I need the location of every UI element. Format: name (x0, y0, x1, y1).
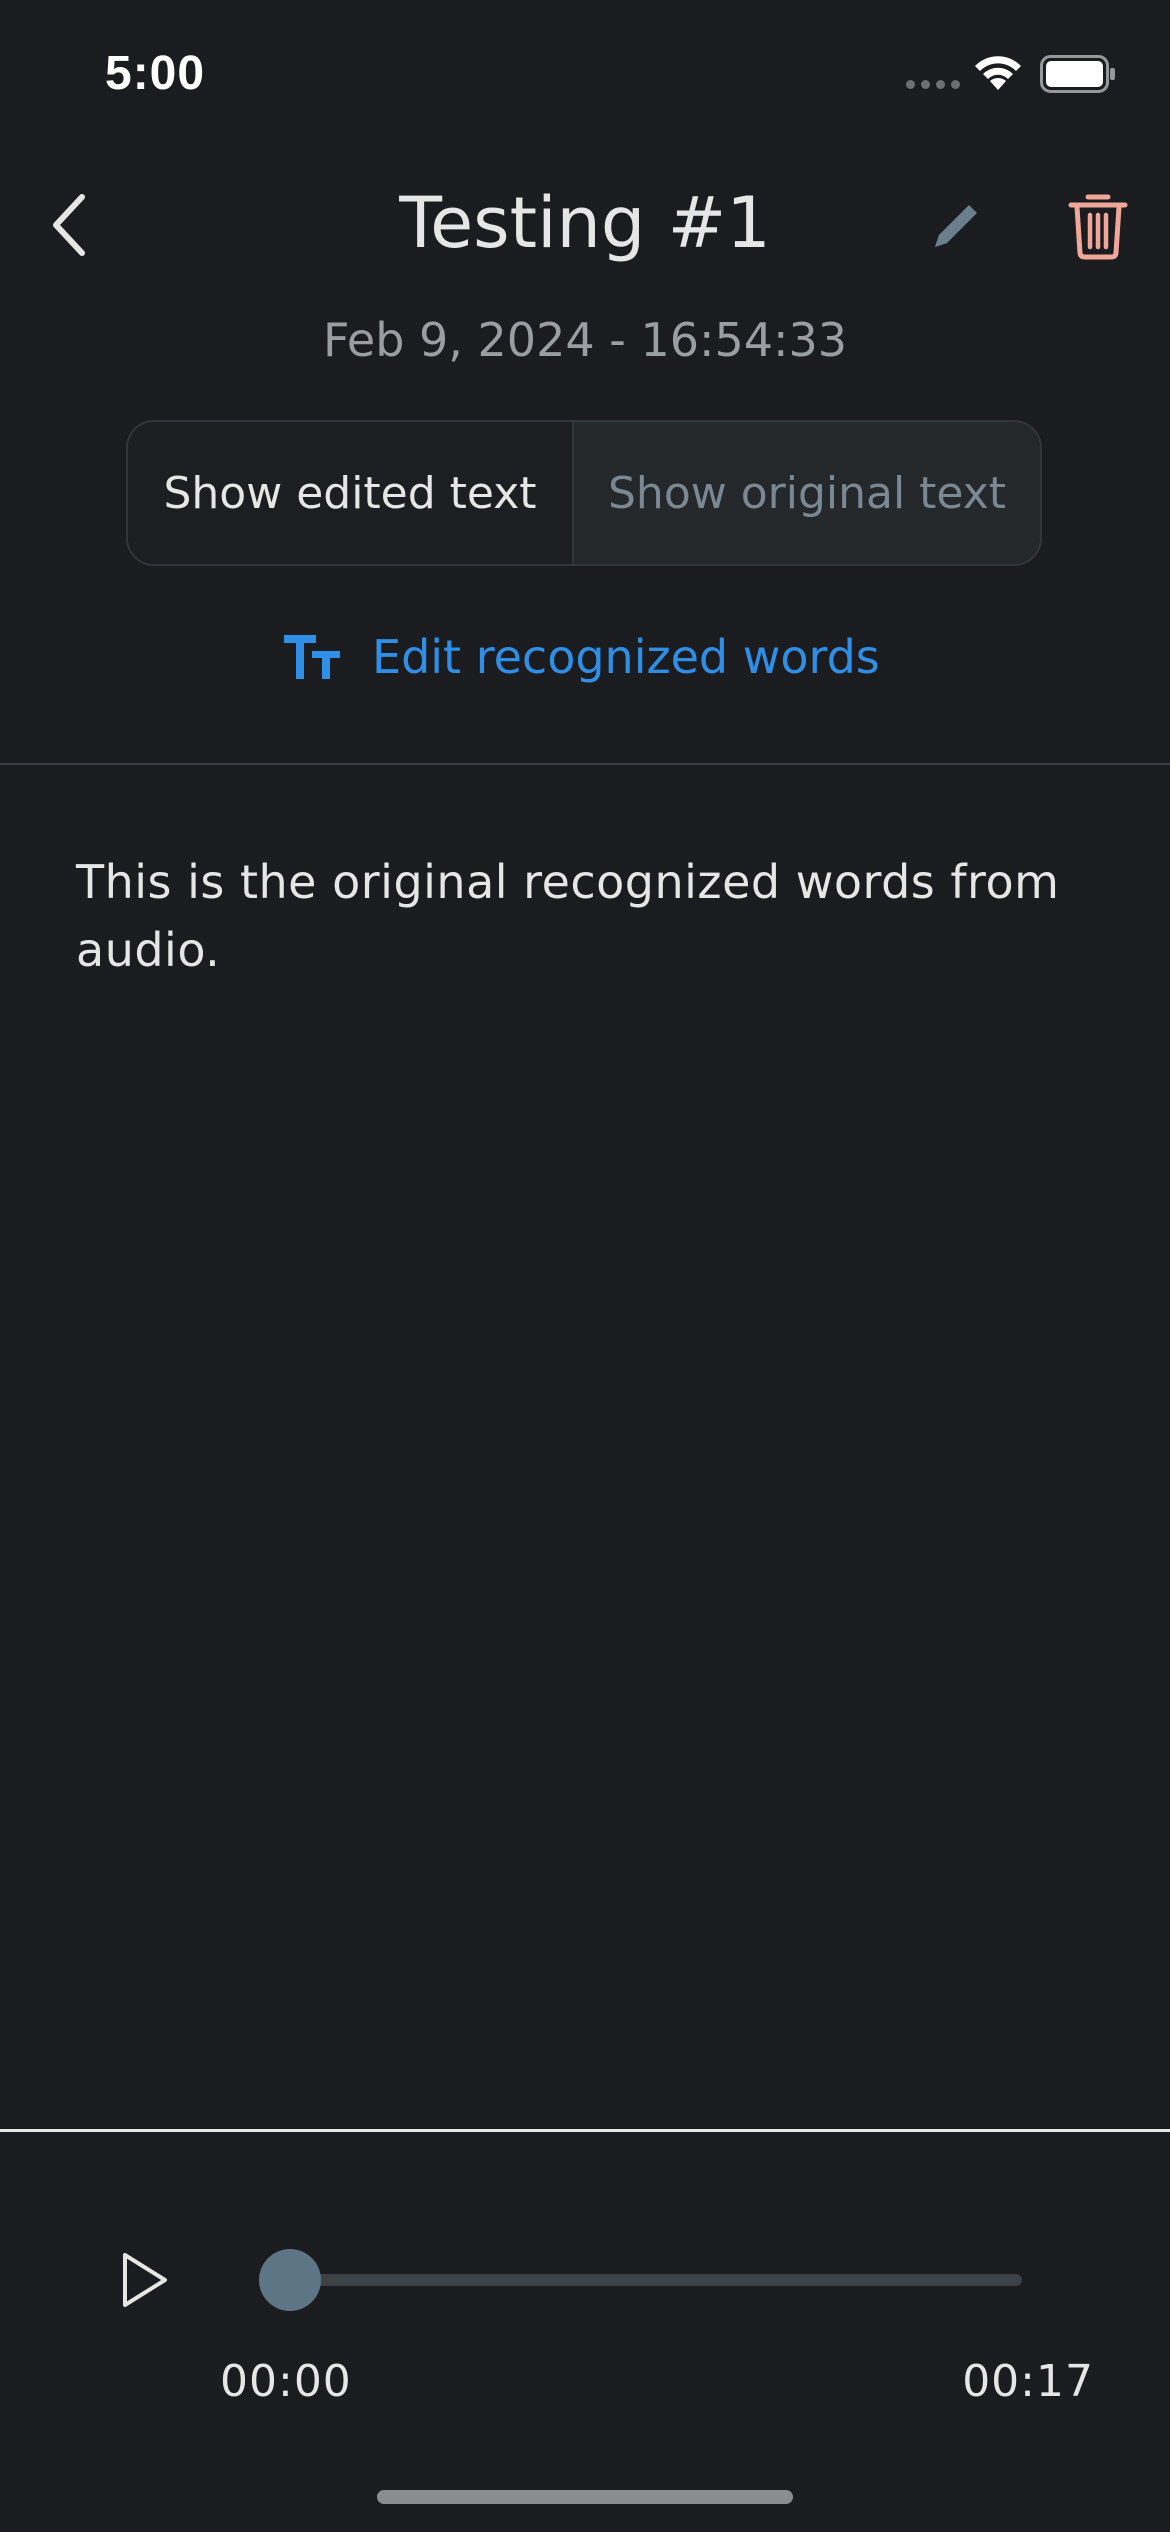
playback-slider-thumb[interactable] (259, 2249, 321, 2311)
home-indicator[interactable] (377, 2490, 793, 2504)
edit-recognized-words-button[interactable]: Edit recognized words (282, 630, 880, 684)
divider (0, 763, 1170, 765)
current-time: 00:00 (220, 2356, 352, 2407)
play-button[interactable] (110, 2245, 180, 2315)
total-duration: 00:17 (962, 2356, 1094, 2407)
delete-button[interactable] (1060, 184, 1136, 268)
battery-icon (1040, 55, 1115, 93)
pencil-icon (935, 205, 977, 247)
show-edited-text-tab[interactable]: Show edited text (128, 422, 574, 564)
edit-title-button[interactable] (922, 190, 992, 260)
trash-icon (1068, 194, 1128, 260)
wifi-icon (975, 56, 1021, 90)
player-divider (0, 2129, 1170, 2132)
status-time: 5:00 (105, 47, 206, 100)
play-icon (123, 2253, 167, 2307)
playback-progress-track[interactable] (290, 2274, 1022, 2286)
text-size-icon (284, 635, 340, 679)
edit-recognized-words-label: Edit recognized words (372, 630, 880, 684)
status-bar: 5:00 (0, 0, 1170, 150)
transcript-text: This is the original recognized words fr… (76, 855, 1060, 977)
cellular-signal-icon (906, 80, 960, 89)
recording-date: Feb 9, 2024 - 16:54:33 (322, 313, 848, 367)
text-view-segmented-control: Show edited text Show original text (126, 420, 1042, 566)
page-title: Testing #1 (399, 182, 771, 264)
show-original-text-tab[interactable]: Show original text (574, 422, 1040, 564)
